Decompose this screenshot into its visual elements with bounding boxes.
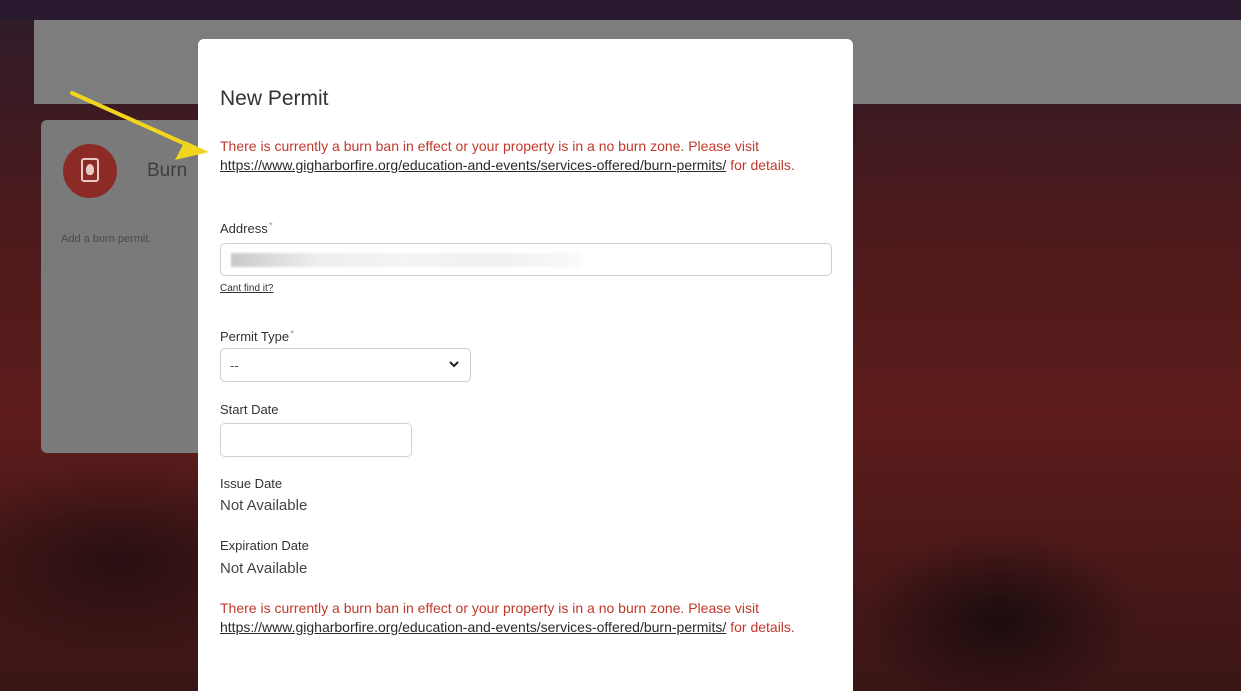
arrow-icon [70, 91, 209, 160]
